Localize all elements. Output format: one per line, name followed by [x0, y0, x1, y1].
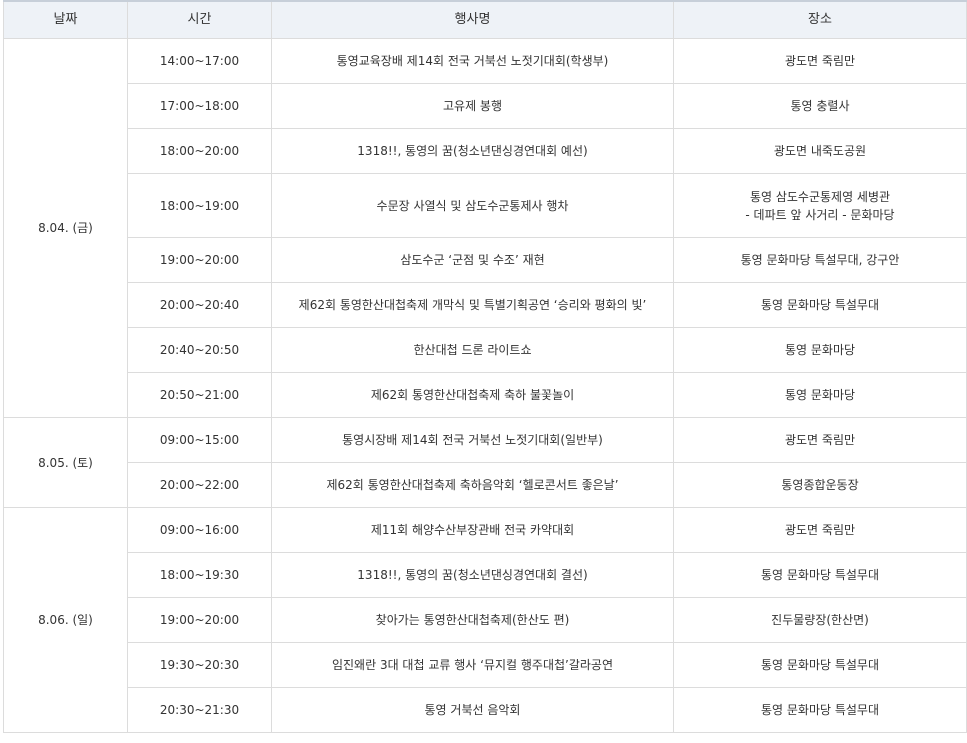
- table-body: 8.04. (금) 14:00~17:00 통영교육장배 제14회 전국 거북선 노…: [3, 38, 967, 733]
- place-line: 통영 문화마당 특설무대: [760, 568, 880, 582]
- place-line: 통영종합운동장: [781, 478, 859, 492]
- event-cell: 제62회 통영한산대첩축제 축하 불꽃놀이: [271, 372, 674, 418]
- event-cell: 제62회 통영한산대첩축제 개막식 및 특별기획공연 ‘승리와 평화의 빛’: [271, 282, 674, 328]
- date-cell: 8.06. (일): [3, 507, 128, 733]
- time-cell: 14:00~17:00: [127, 38, 272, 84]
- event-schedule-table: 날짜 시간 행사명 장소 8.04. (금) 14:00~17:00 통영교육장배 …: [3, 0, 967, 733]
- event-cell: 통영 거북선 음악회: [271, 687, 674, 733]
- place-line: 광도면 죽림만: [784, 523, 856, 537]
- time-cell: 20:50~21:00: [127, 372, 272, 418]
- place-line: - 데파트 앞 사거리 - 문화마당: [745, 207, 895, 222]
- place-cell: 통영 문화마당 특설무대: [673, 552, 967, 598]
- table-row: 8.05. (토) 09:00~15:00 통영시장배 제14회 전국 거북선 노젓…: [3, 417, 967, 508]
- place-cell: 통영 문화마당: [673, 372, 967, 418]
- place-line: 통영 삼도수군통제영 세병관: [749, 189, 891, 204]
- table-row: 8.06. (일) 09:00~16:00 제11회 해양수산부장관배 전국 카약대…: [3, 507, 967, 733]
- table-row: 20:00~22:00 제62회 통영한산대첩축제 축하음악회 ‘헬로콘서트 좋은…: [4, 462, 967, 508]
- table-row: 17:00~18:00 고유제 봉행 통영 충렬사: [4, 83, 967, 129]
- time-cell: 17:00~18:00: [127, 83, 272, 129]
- table-row: 19:00~20:00 찾아가는 통영한산대첩축제(한산도 편) 진두물량장(한산면…: [4, 597, 967, 643]
- event-cell: 임진왜란 3대 대첩 교류 행사 ‘뮤지컬 행주대첩’갈라공연: [271, 642, 674, 688]
- place-cell: 광도면 죽림만: [673, 417, 967, 463]
- table-row: 20:40~20:50 한산대첩 드론 라이트쇼 통영 문화마당: [4, 327, 967, 373]
- place-line: 통영 문화마당 특설무대, 강구안: [740, 253, 900, 267]
- place-cell: 진두물량장(한산면): [673, 597, 967, 643]
- time-cell: 19:00~20:00: [127, 597, 272, 643]
- place-cell: 통영 문화마당: [673, 327, 967, 373]
- time-cell: 19:00~20:00: [127, 237, 272, 283]
- header-event: 행사명: [271, 0, 674, 39]
- time-cell: 20:00~22:00: [127, 462, 272, 508]
- table-row: 19:00~20:00 삼도수군 ‘군점 및 수조’ 재현 통영 문화마당 특설무대…: [4, 237, 967, 283]
- place-cell: 광도면 내죽도공원: [673, 128, 967, 174]
- table-row: 20:00~20:40 제62회 통영한산대첩축제 개막식 및 특별기획공연 ‘승…: [4, 282, 967, 328]
- event-cell: 제11회 해양수산부장관배 전국 카약대회: [271, 507, 674, 553]
- event-cell: 찾아가는 통영한산대첩축제(한산도 편): [271, 597, 674, 643]
- place-cell: 통영종합운동장: [673, 462, 967, 508]
- time-cell: 18:00~19:00: [127, 173, 272, 238]
- time-cell: 19:30~20:30: [127, 642, 272, 688]
- event-cell: 삼도수군 ‘군점 및 수조’ 재현: [271, 237, 674, 283]
- place-line: 통영 문화마당 특설무대: [760, 298, 880, 312]
- time-cell: 20:40~20:50: [127, 327, 272, 373]
- place-line: 통영 충렬사: [790, 99, 850, 113]
- place-cell: 통영 문화마당 특설무대: [673, 282, 967, 328]
- place-cell: 통영 문화마당 특설무대, 강구안: [673, 237, 967, 283]
- place-cell: 광도면 죽림만: [673, 38, 967, 84]
- header-time: 시간: [127, 0, 272, 39]
- event-cell: 한산대첩 드론 라이트쇼: [271, 327, 674, 373]
- table-row: 20:50~21:00 제62회 통영한산대첩축제 축하 불꽃놀이 통영 문화마당: [4, 372, 967, 418]
- table-row: 18:00~19:00 수문장 사열식 및 삼도수군통제사 행차 통영 삼도수군통제…: [4, 173, 967, 238]
- place-line: 진두물량장(한산면): [771, 613, 869, 627]
- table-row: 18:00~19:30 1318!!, 통영의 꿈(청소년댄싱경연대회 결선) 통영…: [4, 552, 967, 598]
- time-cell: 09:00~16:00: [127, 507, 272, 553]
- time-cell: 18:00~19:30: [127, 552, 272, 598]
- place-cell: 통영 문화마당 특설무대: [673, 642, 967, 688]
- event-cell: 고유제 봉행: [271, 83, 674, 129]
- place-cell: 통영 문화마당 특설무대: [673, 687, 967, 733]
- header-place: 장소: [673, 0, 967, 39]
- table-row: 19:30~20:30 임진왜란 3대 대첩 교류 행사 ‘뮤지컬 행주대첩’갈라…: [4, 642, 967, 688]
- place-cell: 통영 삼도수군통제영 세병관 - 데파트 앞 사거리 - 문화마당: [673, 173, 967, 238]
- table-row: 8.04. (금) 14:00~17:00 통영교육장배 제14회 전국 거북선 노…: [3, 38, 967, 418]
- event-cell: 통영시장배 제14회 전국 거북선 노젓기대회(일반부): [271, 417, 674, 463]
- table-header: 날짜 시간 행사명 장소: [3, 0, 967, 39]
- place-line: 광도면 죽림만: [784, 433, 856, 447]
- place-cell: 광도면 죽림만: [673, 507, 967, 553]
- place-cell: 통영 충렬사: [673, 83, 967, 129]
- event-cell: 1318!!, 통영의 꿈(청소년댄싱경연대회 결선): [271, 552, 674, 598]
- place-line: 통영 문화마당 특설무대: [760, 658, 880, 672]
- place-line: 통영 문화마당 특설무대: [760, 703, 880, 717]
- time-cell: 09:00~15:00: [127, 417, 272, 463]
- table-row: 18:00~20:00 1318!!, 통영의 꿈(청소년댄싱경연대회 예선) 광도…: [4, 128, 967, 174]
- event-cell: 통영교육장배 제14회 전국 거북선 노젓기대회(학생부): [271, 38, 674, 84]
- table-row: 20:30~21:30 통영 거북선 음악회 통영 문화마당 특설무대: [4, 687, 967, 733]
- time-cell: 20:30~21:30: [127, 687, 272, 733]
- header-row: 날짜 시간 행사명 장소: [3, 0, 967, 39]
- time-cell: 20:00~20:40: [127, 282, 272, 328]
- time-cell: 18:00~20:00: [127, 128, 272, 174]
- event-cell: 1318!!, 통영의 꿈(청소년댄싱경연대회 예선): [271, 128, 674, 174]
- place-line: 통영 문화마당: [784, 388, 856, 402]
- place-line: 광도면 내죽도공원: [773, 144, 867, 158]
- date-cell: 8.05. (토): [3, 417, 128, 508]
- event-cell: 수문장 사열식 및 삼도수군통제사 행차: [271, 173, 674, 238]
- place-line: 광도면 죽림만: [784, 54, 856, 68]
- event-cell: 제62회 통영한산대첩축제 축하음악회 ‘헬로콘서트 좋은날’: [271, 462, 674, 508]
- header-date: 날짜: [3, 0, 128, 39]
- place-line: 통영 문화마당: [784, 343, 856, 357]
- date-cell: 8.04. (금): [3, 38, 128, 418]
